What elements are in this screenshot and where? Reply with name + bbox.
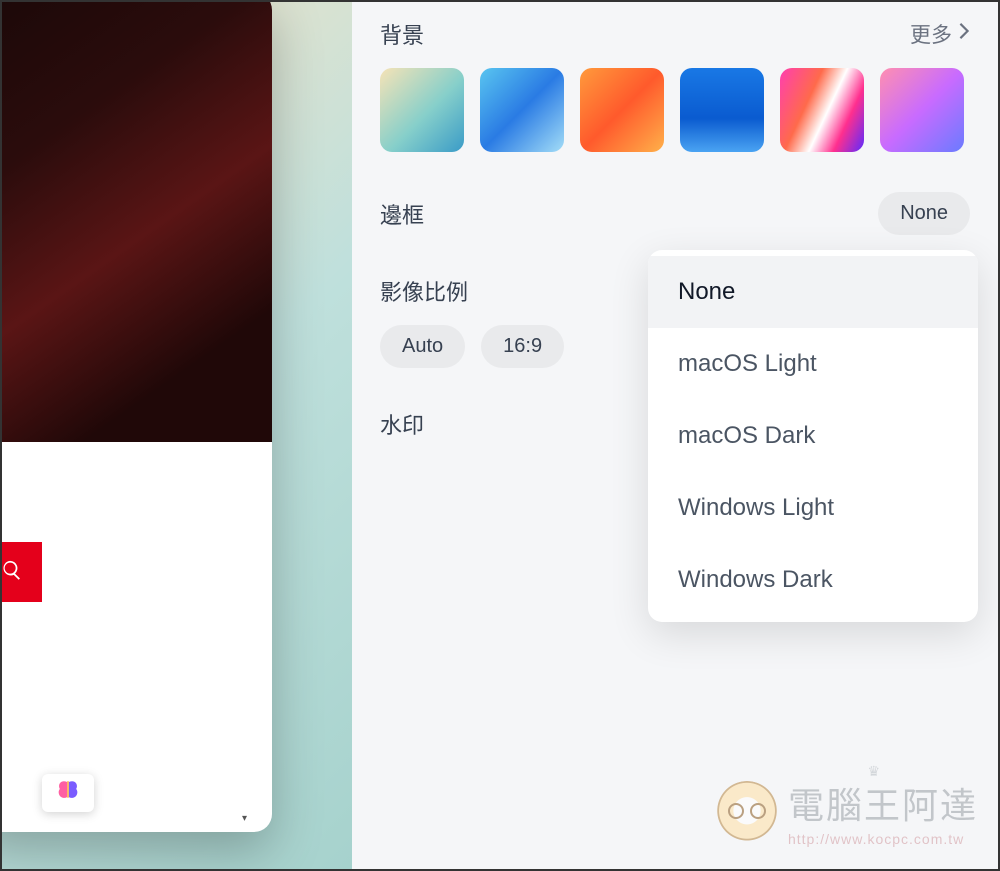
aspect-title: 影像比例: [380, 280, 468, 305]
bg-swatch-6[interactable]: [880, 68, 964, 152]
brand-url: http://www.kocpc.com.tw: [788, 831, 978, 847]
border-value-pill[interactable]: None: [878, 192, 970, 235]
background-title: 背景: [380, 18, 424, 50]
brand-face-icon: [716, 781, 778, 843]
border-option-mac-dark[interactable]: macOS Dark: [648, 400, 978, 472]
background-more-link[interactable]: 更多: [910, 19, 970, 49]
bg-swatch-3[interactable]: [580, 68, 664, 152]
border-option-win-dark[interactable]: Windows Dark: [648, 544, 978, 616]
preview-pane: ▾: [2, 2, 352, 869]
brain-chip[interactable]: [42, 774, 94, 812]
bg-swatch-1[interactable]: [380, 68, 464, 152]
watermark-title: 水印: [380, 408, 424, 440]
preview-card: ▾: [2, 2, 272, 832]
bg-swatch-5[interactable]: [780, 68, 864, 152]
chevron-right-icon: [958, 22, 970, 46]
background-swatches: [380, 68, 970, 152]
border-dropdown: None macOS Light macOS Dark Windows Ligh…: [648, 250, 978, 622]
crown-icon: ♛: [867, 763, 880, 780]
search-icon: [2, 559, 23, 586]
aspect-option-auto[interactable]: Auto: [380, 325, 465, 368]
more-label: 更多: [910, 19, 952, 49]
border-option-win-light[interactable]: Windows Light: [648, 472, 978, 544]
preview-image: [2, 2, 272, 442]
caret-down-icon: ▾: [242, 813, 247, 824]
bg-swatch-4[interactable]: [680, 68, 764, 152]
settings-pane: 背景 更多 邊框 None 影像比例 Auto: [352, 2, 998, 869]
search-button[interactable]: [2, 542, 42, 602]
border-title: 邊框: [380, 198, 424, 230]
aspect-option-169[interactable]: 16:9: [481, 325, 564, 368]
border-option-none[interactable]: None: [648, 256, 978, 328]
border-option-mac-light[interactable]: macOS Light: [648, 328, 978, 400]
brand-watermark: 電腦王阿達 ♛ http://www.kocpc.com.tw: [716, 777, 978, 847]
brain-icon: [55, 778, 81, 809]
brand-name: 電腦王阿達: [788, 777, 978, 829]
bg-swatch-2[interactable]: [480, 68, 564, 152]
